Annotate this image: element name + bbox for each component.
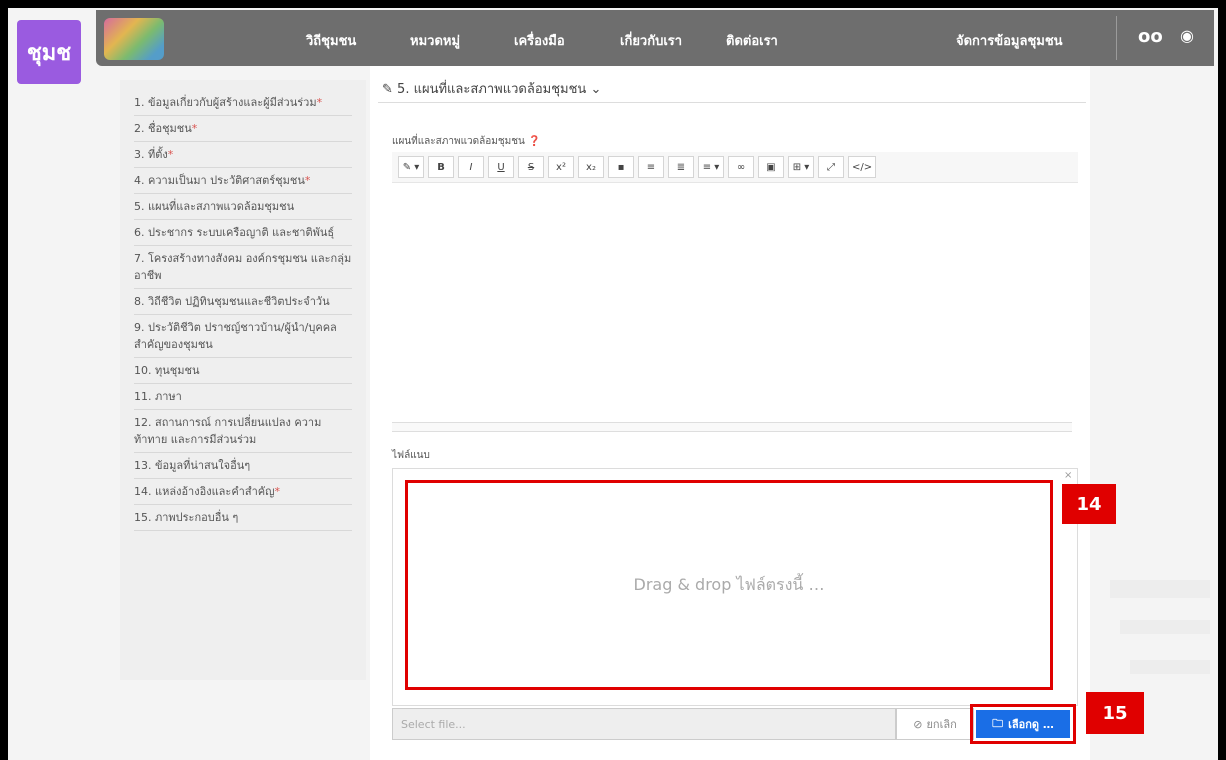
sidebar-item[interactable]: 9. ประวัติชีวิต ปราชญ์ชาวบ้าน/ผู้นำ/บุคค… xyxy=(134,315,352,358)
sidebar-item[interactable]: 14. แหล่งอ้างอิงและคำสำคัญ* xyxy=(134,479,352,505)
editor-resize-handle[interactable] xyxy=(392,422,1072,432)
editor-toolbar: ✎ ▾ B I U S x² x₂ ▪ ≡ ≣ ≡ ▾ ∞ ▣ ⊞ ▾ ⤢ </… xyxy=(392,152,1078,183)
glasses-icon[interactable]: oo xyxy=(1138,26,1163,47)
nav-divider xyxy=(1116,16,1117,60)
brand-logo[interactable]: ชุมช xyxy=(17,20,81,84)
nav-item-contact[interactable]: ติดต่อเรา xyxy=(726,30,778,51)
image-button[interactable]: ▣ xyxy=(758,156,784,178)
sidebar-item[interactable]: 6. ประชากร ระบบเครือญาติ และชาติพันธุ์ xyxy=(134,220,352,246)
file-drop-zone[interactable]: Drag & drop ไฟล์ตรงนี้ … xyxy=(405,480,1053,690)
callout-drop-zone: 14 xyxy=(1062,484,1116,524)
sidebar-item[interactable]: 5. แผนที่และสภาพแวดล้อมชุมชน xyxy=(134,194,352,220)
attachment-label: ไฟล์แนบ xyxy=(392,450,430,461)
sidebar-item[interactable]: 15. ภาพประกอบอื่น ๆ xyxy=(134,505,352,531)
file-name-input[interactable]: Select file... xyxy=(392,708,896,740)
close-icon[interactable]: × xyxy=(1064,470,1072,481)
unordered-list-button[interactable]: ≡ xyxy=(638,156,664,178)
folder-icon: 🗀 xyxy=(992,716,1004,730)
user-icon[interactable]: ◉ xyxy=(1180,26,1194,45)
section-header[interactable]: ✎ 5. แผนที่และสภาพแวดล้อมชุมชน ⌄ xyxy=(382,78,601,99)
link-button[interactable]: ∞ xyxy=(728,156,754,178)
ordered-list-button[interactable]: ≣ xyxy=(668,156,694,178)
paragraph-button[interactable]: ≡ ▾ xyxy=(698,156,724,178)
sidebar-item[interactable]: 4. ความเป็นมา ประวัติศาสตร์ชุมชน* xyxy=(134,168,352,194)
rich-text-editor[interactable] xyxy=(392,184,1072,422)
drop-zone-text: Drag & drop ไฟล์ตรงนี้ … xyxy=(633,574,825,594)
sidebar-item[interactable]: 8. วิถีชีวิต ปฏิทินชุมชนและชีวิตประจำวัน xyxy=(134,289,352,315)
code-view-button[interactable]: </> xyxy=(848,156,877,178)
nav-item-about[interactable]: เกี่ยวกับเรา xyxy=(620,30,682,51)
nav-item-manage-data[interactable]: จัดการข้อมูลชุมชน xyxy=(956,30,1063,51)
strikethrough-button[interactable]: S xyxy=(518,156,544,178)
background-shape xyxy=(1120,620,1210,634)
superscript-button[interactable]: x² xyxy=(548,156,574,178)
site-logo-image[interactable] xyxy=(104,18,164,60)
divider xyxy=(378,102,1086,103)
sidebar-item[interactable]: 7. โครงสร้างทางสังคม องค์กรชุมชน และกลุ่… xyxy=(134,246,352,289)
cancel-button[interactable]: ⊘ ยกเลิก xyxy=(896,708,974,740)
underline-button[interactable]: U xyxy=(488,156,514,178)
edit-icon: ✎ xyxy=(382,82,393,97)
subscript-button[interactable]: x₂ xyxy=(578,156,604,178)
sidebar-item[interactable]: 13. ข้อมูลที่น่าสนใจอื่นๆ xyxy=(134,453,352,479)
background-shape xyxy=(1110,580,1210,598)
italic-button[interactable]: I xyxy=(458,156,484,178)
section-title: 5. แผนที่และสภาพแวดล้อมชุมชน xyxy=(397,82,587,97)
nav-item-categories[interactable]: หมวดหมู่ xyxy=(410,30,460,51)
bold-button[interactable]: B xyxy=(428,156,454,178)
sidebar-item[interactable]: 10. ทุนชุมชน xyxy=(134,358,352,384)
cancel-icon: ⊘ xyxy=(913,717,923,731)
section-sidebar: 1. ข้อมูลเกี่ยวกับผู้สร้างและผู้มีส่วนร่… xyxy=(120,80,366,680)
color-button[interactable]: ▪ xyxy=(608,156,634,178)
nav-item-community-life[interactable]: วิถีชุมชน xyxy=(306,30,356,51)
help-icon[interactable]: ❓ xyxy=(528,136,540,147)
style-button[interactable]: ✎ ▾ xyxy=(398,156,424,178)
sidebar-item[interactable]: 1. ข้อมูลเกี่ยวกับผู้สร้างและผู้มีส่วนร่… xyxy=(134,90,352,116)
editor-label: แผนที่และสภาพแวดล้อมชุมชน ❓ xyxy=(392,136,541,147)
sidebar-item[interactable]: 11. ภาษา xyxy=(134,384,352,410)
chevron-down-icon[interactable]: ⌄ xyxy=(590,82,601,97)
nav-item-tools[interactable]: เครื่องมือ xyxy=(514,30,565,51)
section-list: 1. ข้อมูลเกี่ยวกับผู้สร้างและผู้มีส่วนร่… xyxy=(120,80,366,531)
sidebar-item[interactable]: 2. ชื่อชุมชน* xyxy=(134,116,352,142)
file-input-row: Select file... ⊘ ยกเลิก 🗀 เลือกดู … xyxy=(392,704,1076,744)
sidebar-item[interactable]: 3. ที่ตั้ง* xyxy=(134,142,352,168)
main-content: ✎ 5. แผนที่และสภาพแวดล้อมชุมชน ⌄ แผนที่แ… xyxy=(370,66,1090,760)
table-button[interactable]: ⊞ ▾ xyxy=(788,156,814,178)
callout-browse: 15 xyxy=(1086,692,1144,734)
browse-button[interactable]: 🗀 เลือกดู … xyxy=(976,710,1070,738)
fullscreen-button[interactable]: ⤢ xyxy=(818,156,844,178)
sidebar-item[interactable]: 12. สถานการณ์ การเปลี่ยนแปลง ความท้าทาย … xyxy=(134,410,352,453)
background-shape xyxy=(1130,660,1210,674)
